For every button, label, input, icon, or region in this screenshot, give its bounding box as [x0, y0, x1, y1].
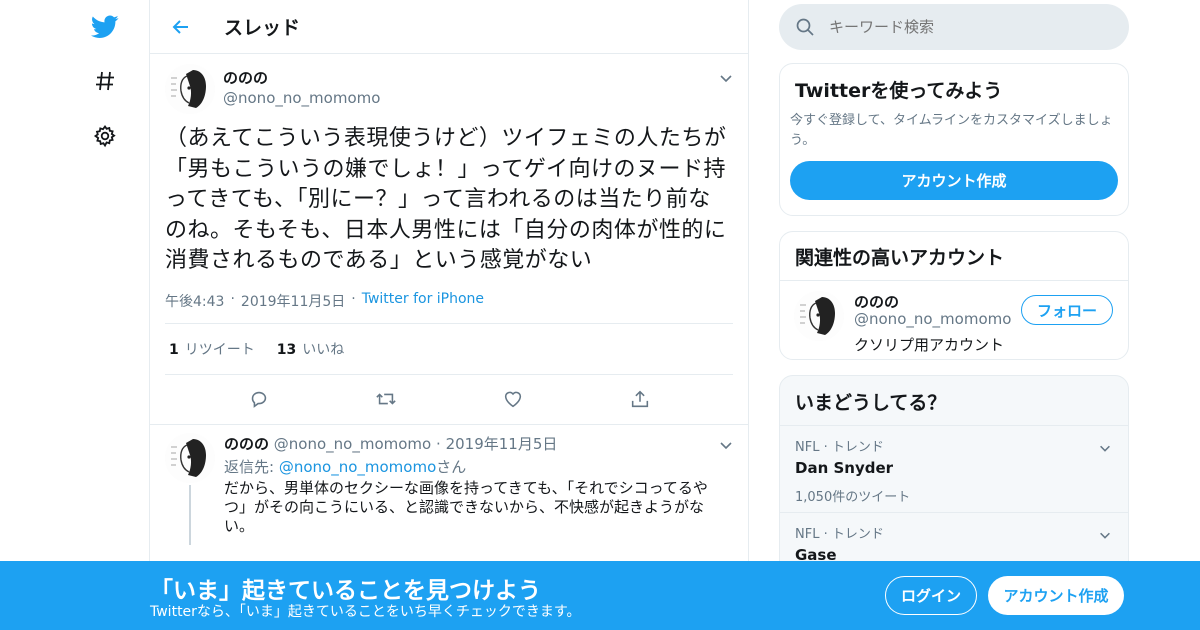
- search-input[interactable]: [829, 18, 1099, 36]
- author-name[interactable]: ののの: [223, 67, 380, 88]
- chevron-down-icon[interactable]: [718, 70, 734, 86]
- tweet-source-link[interactable]: Twitter for iPhone: [362, 291, 484, 311]
- chevron-down-icon[interactable]: [1098, 440, 1112, 454]
- meta-separator: ·: [351, 290, 356, 307]
- reply-to: 返信先: @nono_no_momomoさん: [224, 456, 718, 477]
- chevron-down-icon[interactable]: [1098, 527, 1112, 541]
- avatar[interactable]: [165, 64, 215, 114]
- related-account-bio: クソリプ用アカウント: [854, 336, 1005, 354]
- thread-line: [189, 484, 191, 545]
- share-icon[interactable]: [628, 387, 652, 411]
- login-button[interactable]: ログイン: [885, 576, 977, 615]
- trend-meta: NFL · トレンド: [795, 440, 884, 455]
- hashtag-icon[interactable]: [90, 66, 120, 96]
- search-icon: [795, 17, 815, 37]
- trend-item[interactable]: NFL · トレンド Dan Snyder 1,050件のツイート: [780, 426, 1128, 513]
- signup-card: Twitterを使ってみよう 今すぐ登録して、タイムラインをカスタマイズしましょ…: [779, 63, 1129, 216]
- reply-author-name[interactable]: ののの: [224, 435, 269, 453]
- thread-header: スレッド: [150, 0, 748, 54]
- trend-count: 1,050件のツイート: [795, 490, 911, 505]
- trends-card-title: いまどうしてる？: [780, 376, 1128, 426]
- retweet-label: リツイート: [184, 341, 255, 358]
- meta-separator: ·: [230, 290, 235, 307]
- banner-subtitle: Twitterなら、「いま」起きていることをいち早くチェックできます。: [150, 604, 581, 620]
- retweet-icon[interactable]: [374, 387, 398, 411]
- search-box: [779, 4, 1129, 50]
- related-account-handle[interactable]: @nono_no_momomo: [854, 310, 1011, 328]
- retweet-stat[interactable]: 1 リツイート: [169, 339, 255, 359]
- reply-to-suffix: さん: [436, 457, 467, 476]
- tweet-stats: 1 リツイート 13 いいね: [165, 322, 733, 374]
- related-account[interactable]: ののの @nono_no_momomo クソリプ用アカウント フォロー: [780, 281, 1128, 365]
- tweet-text: （あえてこういう表現使うけど）ツイフェミの人たちが「男もこういうの嫌でしょ！」っ…: [165, 126, 727, 273]
- heart-icon[interactable]: [501, 387, 525, 411]
- main-tweet: ののの @nono_no_momomo （あえてこういう表現使うけど）ツイフェミ…: [150, 54, 748, 424]
- reply-text: だから、男単体のセクシーな画像を持ってきても、「それでシコってるやつ」がその向こ…: [224, 478, 708, 535]
- meta-separator: ·: [436, 434, 441, 453]
- trend-name[interactable]: Dan Snyder: [795, 459, 1113, 477]
- related-accounts-card: 関連性の高いアカウント ののの @nono_no_momomo クソリプ用アカウ…: [779, 231, 1129, 360]
- reply-author-handle[interactable]: @nono_no_momomo: [274, 435, 431, 453]
- signup-card-description: 今すぐ登録して、タイムラインをカスタマイズしましょう。: [790, 113, 1113, 148]
- like-count: 13: [276, 341, 297, 358]
- tweet-time[interactable]: 午後4:43: [165, 291, 224, 311]
- page-title: スレッド: [224, 17, 301, 39]
- tweet-timestamp: 午後4:43 · 2019年11月5日 · Twitter for iPhone: [165, 291, 733, 311]
- signup-card-title: Twitterを使ってみよう: [795, 80, 1003, 102]
- twitter-bird-icon[interactable]: [90, 12, 120, 42]
- tweet-actions: [165, 373, 733, 424]
- reply-icon[interactable]: [247, 387, 271, 411]
- avatar[interactable]: [794, 291, 844, 341]
- back-arrow-icon[interactable]: [166, 12, 196, 42]
- like-label: いいね: [302, 341, 345, 358]
- reply-date[interactable]: 2019年11月5日: [446, 435, 558, 453]
- create-account-button[interactable]: アカウント作成: [790, 161, 1118, 200]
- related-account-name[interactable]: ののの: [854, 291, 899, 312]
- trend-meta: NFL · トレンド: [795, 527, 884, 542]
- like-stat[interactable]: 13 いいね: [277, 339, 344, 359]
- gear-icon[interactable]: [90, 121, 120, 151]
- reply-to-handle[interactable]: @nono_no_momomo: [279, 458, 436, 476]
- tweet-date[interactable]: 2019年11月5日: [241, 291, 345, 311]
- signup-banner: 「いま」起きていることを見つけよう Twitterなら、「いま」起きていることを…: [0, 561, 1200, 630]
- reply-tweet: ののの @nono_no_momomo · 2019年11月5日 返信先: @n…: [150, 423, 748, 545]
- retweet-count: 1: [169, 341, 179, 358]
- reply-to-prefix: 返信先:: [224, 457, 275, 476]
- related-card-title: 関連性の高いアカウント: [780, 232, 1128, 281]
- thread-column: スレッド ののの @nono_no_momomo （あえてこういう表現使うけど）…: [149, 0, 749, 630]
- banner-create-account-button[interactable]: アカウント作成: [988, 576, 1124, 615]
- avatar[interactable]: [165, 432, 215, 483]
- author-handle[interactable]: @nono_no_momomo: [223, 89, 380, 107]
- follow-button[interactable]: フォロー: [1021, 295, 1113, 325]
- chevron-down-icon[interactable]: [718, 437, 734, 453]
- banner-title: 「いま」起きていることを見つけよう: [150, 578, 541, 604]
